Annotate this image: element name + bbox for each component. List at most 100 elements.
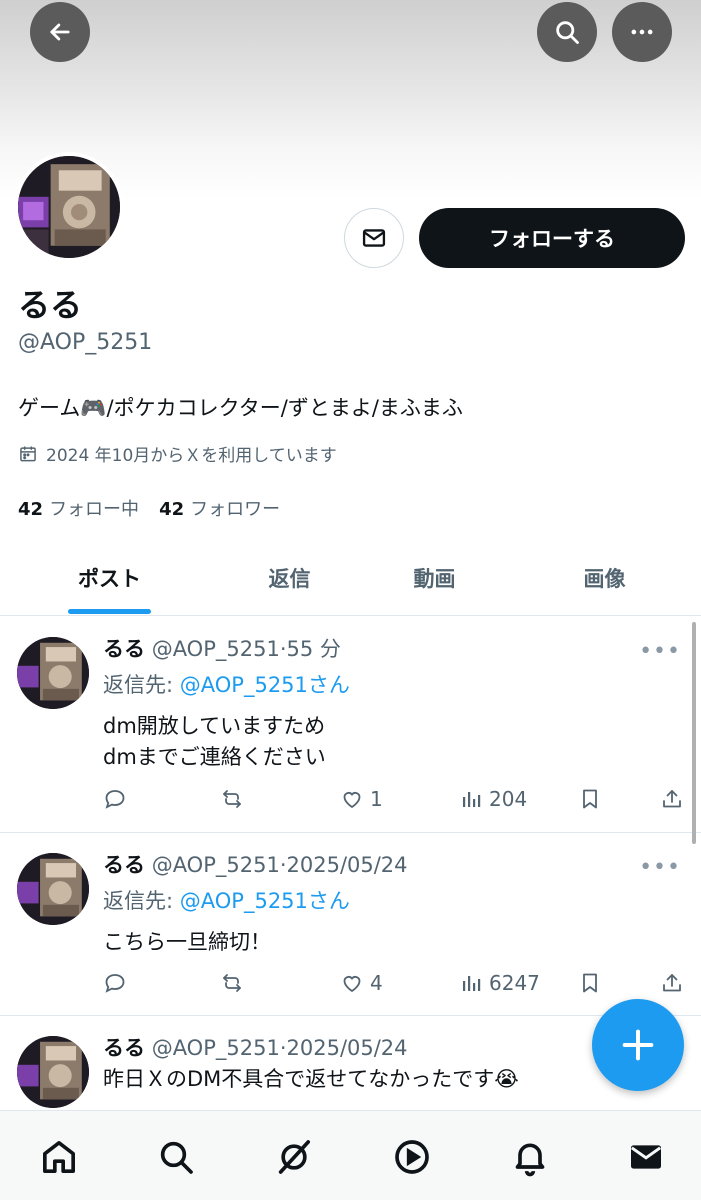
profile-display-name: るる bbox=[18, 286, 83, 324]
repost-icon bbox=[223, 790, 241, 808]
post-author-name[interactable]: るる bbox=[103, 853, 145, 877]
bar-chart-icon bbox=[463, 792, 481, 807]
reply-button[interactable] bbox=[103, 971, 127, 995]
like-button[interactable]: 4 bbox=[340, 971, 383, 995]
mail-icon bbox=[362, 229, 386, 247]
followers-label: フォロワー bbox=[190, 499, 281, 520]
search-icon bbox=[160, 1141, 193, 1174]
profile-avatar[interactable] bbox=[14, 152, 124, 262]
post-avatar[interactable] bbox=[17, 637, 89, 709]
follow-stats: 42 フォロー中 42 フォロワー bbox=[18, 495, 280, 521]
tab-replies[interactable]: 返信 bbox=[228, 540, 351, 616]
post-text-line: こちら一旦締切！ bbox=[103, 930, 271, 954]
tab-images[interactable]: 画像 bbox=[543, 540, 666, 616]
like-button[interactable]: 1 bbox=[340, 787, 383, 811]
bookmark-button[interactable] bbox=[578, 971, 602, 995]
grok-icon bbox=[278, 1140, 310, 1174]
reply-target-link[interactable]: @AOP_5251さん bbox=[180, 889, 350, 913]
bottom-navigation bbox=[0, 1110, 701, 1200]
reply-icon bbox=[105, 974, 125, 993]
message-button[interactable] bbox=[344, 208, 404, 268]
post-meta: @AOP_5251·2025/05/24 bbox=[151, 853, 408, 877]
joined-text: 2024 年10月からＸを利用しています bbox=[46, 446, 337, 466]
tab-videos[interactable]: 動画 bbox=[373, 540, 496, 616]
more-options-button[interactable] bbox=[612, 2, 672, 62]
home-icon bbox=[43, 1141, 75, 1173]
nav-home[interactable] bbox=[37, 1135, 81, 1179]
mail-icon bbox=[630, 1145, 662, 1169]
avatar-image bbox=[17, 637, 89, 709]
post-actions: 1 204 bbox=[103, 787, 688, 817]
profile-joined-date: 2024 年10月からＸを利用しています bbox=[18, 441, 337, 466]
share-icon bbox=[663, 790, 681, 808]
heart-icon bbox=[343, 792, 361, 809]
post-meta: @AOP_5251·55 分 bbox=[151, 637, 341, 661]
bookmark-button[interactable] bbox=[578, 787, 602, 811]
post-reply-to: 返信先: @AOP_5251さん bbox=[103, 669, 688, 699]
share-button[interactable] bbox=[660, 971, 684, 995]
repost-button[interactable] bbox=[220, 971, 244, 995]
back-button[interactable] bbox=[30, 2, 90, 62]
like-count: 1 bbox=[370, 787, 383, 811]
bookmark-icon bbox=[583, 973, 597, 993]
post-text: dm開放していますため dmまでご連絡ください bbox=[103, 711, 688, 773]
bell-icon bbox=[515, 1143, 545, 1177]
more-horizontal-icon bbox=[631, 29, 653, 35]
active-tab-indicator bbox=[68, 609, 151, 614]
avatar-image bbox=[17, 853, 89, 925]
reply-prefix: 返信先: bbox=[103, 889, 180, 913]
profile-bio: ゲーム🎮/ポケカコレクター/ずとまよ/まふまふ bbox=[18, 396, 463, 420]
post-actions: 4 6247 bbox=[103, 971, 688, 1001]
bar-chart-icon bbox=[463, 976, 481, 991]
following-link[interactable]: 42 フォロー中 bbox=[18, 495, 139, 521]
follow-button[interactable]: フォローする bbox=[419, 208, 685, 268]
avatar-image bbox=[17, 1036, 89, 1108]
post-avatar[interactable] bbox=[17, 1036, 89, 1108]
like-count: 4 bbox=[370, 971, 383, 995]
nav-messages[interactable] bbox=[624, 1135, 668, 1179]
scrollbar[interactable] bbox=[692, 622, 696, 844]
calendar-icon bbox=[20, 446, 36, 461]
reply-target-link[interactable]: @AOP_5251さん bbox=[180, 673, 350, 697]
post-author-name[interactable]: るる bbox=[103, 1036, 145, 1060]
tab-posts[interactable]: ポスト bbox=[48, 540, 171, 616]
plus-icon bbox=[622, 1029, 654, 1061]
post-text-line: dm開放していますため bbox=[103, 714, 326, 738]
view-count: 204 bbox=[489, 787, 528, 811]
profile-tabs: ポスト 返信 動画 画像 bbox=[0, 540, 701, 616]
share-button[interactable] bbox=[660, 787, 684, 811]
search-icon bbox=[556, 21, 579, 44]
bookmark-icon bbox=[583, 789, 597, 809]
post-text: こちら一旦締切！ bbox=[103, 927, 688, 958]
following-count: 42 bbox=[18, 499, 44, 520]
reply-prefix: 返信先: bbox=[103, 673, 180, 697]
views-button[interactable]: 6247 bbox=[459, 971, 540, 995]
nav-video[interactable] bbox=[390, 1135, 434, 1179]
arrow-left-icon bbox=[50, 23, 70, 41]
post-author-name[interactable]: るる bbox=[103, 637, 145, 661]
share-icon bbox=[663, 974, 681, 992]
post-header: るる @AOP_5251·55 分 bbox=[103, 633, 688, 663]
post-item[interactable]: ••• るる @AOP_5251·2025/05/24 返信先: @AOP_52… bbox=[0, 833, 701, 1016]
post-avatar[interactable] bbox=[17, 853, 89, 925]
views-button[interactable]: 204 bbox=[459, 787, 527, 811]
compose-button[interactable] bbox=[592, 999, 684, 1091]
post-item[interactable]: ••• るる @AOP_5251·55 分 返信先: @AOP_5251さん d… bbox=[0, 617, 701, 833]
reply-button[interactable] bbox=[103, 787, 127, 811]
avatar-image bbox=[18, 156, 120, 258]
followers-link[interactable]: 42 フォロワー bbox=[159, 495, 280, 521]
heart-icon bbox=[343, 976, 361, 993]
following-label: フォロー中 bbox=[49, 499, 140, 520]
post-text-line: dmまでご連絡ください bbox=[103, 745, 326, 769]
post-reply-to: 返信先: @AOP_5251さん bbox=[103, 885, 688, 915]
view-count: 6247 bbox=[489, 971, 540, 995]
search-button[interactable] bbox=[537, 2, 597, 62]
nav-search[interactable] bbox=[154, 1135, 198, 1179]
video-icon bbox=[395, 1140, 429, 1174]
repost-button[interactable] bbox=[220, 787, 244, 811]
post-meta: @AOP_5251·2025/05/24 bbox=[151, 1036, 408, 1060]
nav-notifications[interactable] bbox=[508, 1135, 552, 1179]
nav-grok[interactable] bbox=[272, 1135, 316, 1179]
post-header: るる @AOP_5251·2025/05/24 bbox=[103, 849, 688, 879]
repost-icon bbox=[223, 974, 241, 992]
